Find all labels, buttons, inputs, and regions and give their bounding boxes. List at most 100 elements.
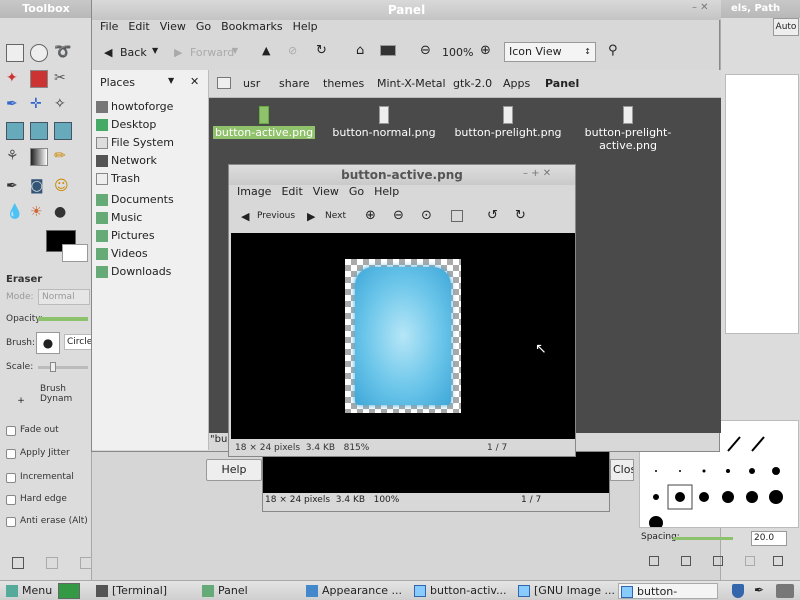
expand-dynamics-icon[interactable]: +	[16, 396, 26, 406]
next-arrow-icon[interactable]: ▶	[307, 210, 315, 223]
background-color-swatch[interactable]	[62, 244, 88, 262]
mode-select[interactable]: Normal	[38, 289, 90, 305]
rect-select-icon[interactable]	[6, 44, 24, 62]
zoom-fit-icon[interactable]	[451, 210, 463, 222]
align-icon[interactable]: ✧	[54, 96, 72, 114]
show-desktop-icon[interactable]	[58, 583, 80, 599]
next-button[interactable]: Next	[325, 211, 346, 221]
lasso-icon[interactable]: ➰	[54, 44, 72, 62]
zoom-in-icon[interactable]: ⊕	[480, 43, 491, 58]
menu-go[interactable]: Go	[349, 185, 364, 198]
sidebar-item-network[interactable]: Network	[96, 153, 204, 169]
blur-icon[interactable]: 💧	[6, 204, 24, 222]
ink-icon[interactable]: ◙	[30, 178, 48, 196]
home-icon[interactable]: ⌂	[356, 43, 364, 58]
sidebar-item-filesystem[interactable]: File System	[96, 135, 204, 151]
crumb-share[interactable]: share	[279, 77, 310, 90]
smudge-icon[interactable]: ☀	[30, 204, 48, 222]
anti-erase-checkbox[interactable]	[6, 517, 16, 527]
dodge-icon[interactable]: ●	[54, 204, 72, 222]
task-gimp[interactable]: [GNU Image ...	[516, 583, 615, 599]
opacity-slider[interactable]	[38, 317, 88, 321]
sidebar-item-trash[interactable]: Trash	[96, 171, 204, 187]
file-item[interactable]: button-prelight-active.png	[583, 106, 673, 152]
restore-options-icon[interactable]	[46, 557, 58, 569]
zoom-out-icon[interactable]: ⊖	[420, 43, 431, 58]
file-item[interactable]: button-prelight.png	[453, 106, 563, 139]
sidebar-item-videos[interactable]: Videos	[96, 246, 204, 262]
menu-help[interactable]: Help	[374, 185, 399, 198]
places-header[interactable]: Places	[100, 76, 135, 89]
crop-icon[interactable]	[6, 122, 24, 140]
close-sidebar-icon[interactable]: ✕	[190, 75, 199, 88]
sidebar-item-pictures[interactable]: Pictures	[96, 228, 204, 244]
spacing-field[interactable]: 20.0	[751, 531, 787, 546]
hard-edge-checkbox[interactable]	[6, 495, 16, 505]
rotate-icon[interactable]	[30, 122, 48, 140]
move-icon[interactable]: ✛	[30, 96, 48, 114]
menu-help[interactable]: Help	[293, 20, 318, 33]
clone-icon[interactable]: ☺	[54, 178, 72, 196]
crumb-themes[interactable]: themes	[323, 77, 364, 90]
start-menu-button[interactable]: Menu	[4, 583, 52, 599]
crumb-panel[interactable]: Panel	[545, 77, 579, 90]
menu-image[interactable]: Image	[237, 185, 271, 198]
search-icon[interactable]: ⚲	[608, 43, 618, 58]
new-brush-icon[interactable]	[681, 556, 691, 566]
zoom-normal-icon[interactable]: ⊙	[421, 208, 432, 223]
sidebar-item-desktop[interactable]: Desktop	[96, 117, 204, 133]
computer-icon[interactable]	[380, 45, 396, 56]
close-button[interactable]: Clos	[610, 459, 634, 481]
path-toggle-icon[interactable]	[217, 77, 231, 89]
crumb-mint-x-metal[interactable]: Mint-X-Metal	[377, 77, 446, 90]
shield-icon[interactable]	[732, 584, 744, 598]
previous-arrow-icon[interactable]: ◀	[241, 210, 249, 223]
rotate-left-icon[interactable]: ↺	[487, 208, 498, 223]
fade-out-checkbox[interactable]	[6, 426, 16, 436]
scale-icon[interactable]	[54, 122, 72, 140]
save-options-icon[interactable]	[12, 557, 24, 569]
airbrush-icon[interactable]: ✒	[6, 178, 24, 196]
menu-file[interactable]: File	[100, 20, 118, 33]
scale-slider-handle[interactable]	[50, 362, 56, 372]
previous-button[interactable]: Previous	[257, 211, 295, 221]
bucket-fill-icon[interactable]: ⚘	[6, 148, 24, 166]
edit-brush-icon[interactable]	[649, 556, 659, 566]
crumb-gtk[interactable]: gtk-2.0	[453, 77, 492, 90]
menu-view[interactable]: View	[160, 20, 186, 33]
task-terminal[interactable]: [Terminal]	[94, 583, 167, 599]
delete-options-icon[interactable]	[80, 557, 92, 569]
sidebar-item-music[interactable]: Music	[96, 210, 204, 226]
sidebar-item-downloads[interactable]: Downloads	[96, 264, 204, 280]
spacing-slider[interactable]	[673, 537, 733, 540]
task-panel[interactable]: Panel	[200, 583, 248, 599]
window-controls[interactable]: – ✕	[692, 2, 709, 13]
scale-slider[interactable]	[38, 366, 88, 369]
scissors-icon[interactable]: ✂	[54, 70, 72, 88]
menu-go[interactable]: Go	[196, 20, 211, 33]
menu-view[interactable]: View	[313, 185, 339, 198]
places-dropdown-icon[interactable]: ▼	[168, 76, 174, 85]
up-arrow-icon[interactable]: ▲	[262, 44, 270, 57]
reload-icon[interactable]: ↻	[316, 43, 327, 58]
menu-bookmarks[interactable]: Bookmarks	[221, 20, 282, 33]
task-appearance[interactable]: Appearance ...	[304, 583, 402, 599]
zoom-in-icon[interactable]: ⊕	[365, 208, 376, 223]
task-button-active-1[interactable]: button-activ...	[412, 583, 507, 599]
sidebar-item-documents[interactable]: Documents	[96, 192, 204, 208]
help-button[interactable]: Help	[206, 459, 262, 481]
back-arrow-icon[interactable]: ◀	[104, 46, 112, 59]
brush-preview-button[interactable]: ●	[36, 332, 60, 354]
network-tray-icon[interactable]	[776, 584, 794, 598]
task-button-active-2[interactable]: button-active...	[618, 583, 718, 599]
auto-button[interactable]: Auto	[773, 18, 799, 36]
crumb-apps[interactable]: Apps	[503, 77, 530, 90]
color-select-icon[interactable]	[30, 70, 48, 88]
apply-jitter-checkbox[interactable]	[6, 449, 16, 459]
blend-icon[interactable]	[30, 148, 48, 166]
pencil-icon[interactable]: ✏	[54, 148, 72, 166]
incremental-checkbox[interactable]	[6, 473, 16, 483]
paths-icon[interactable]: ✒	[6, 96, 24, 114]
refresh-brush-icon[interactable]	[773, 556, 783, 566]
crumb-usr[interactable]: usr	[243, 77, 260, 90]
